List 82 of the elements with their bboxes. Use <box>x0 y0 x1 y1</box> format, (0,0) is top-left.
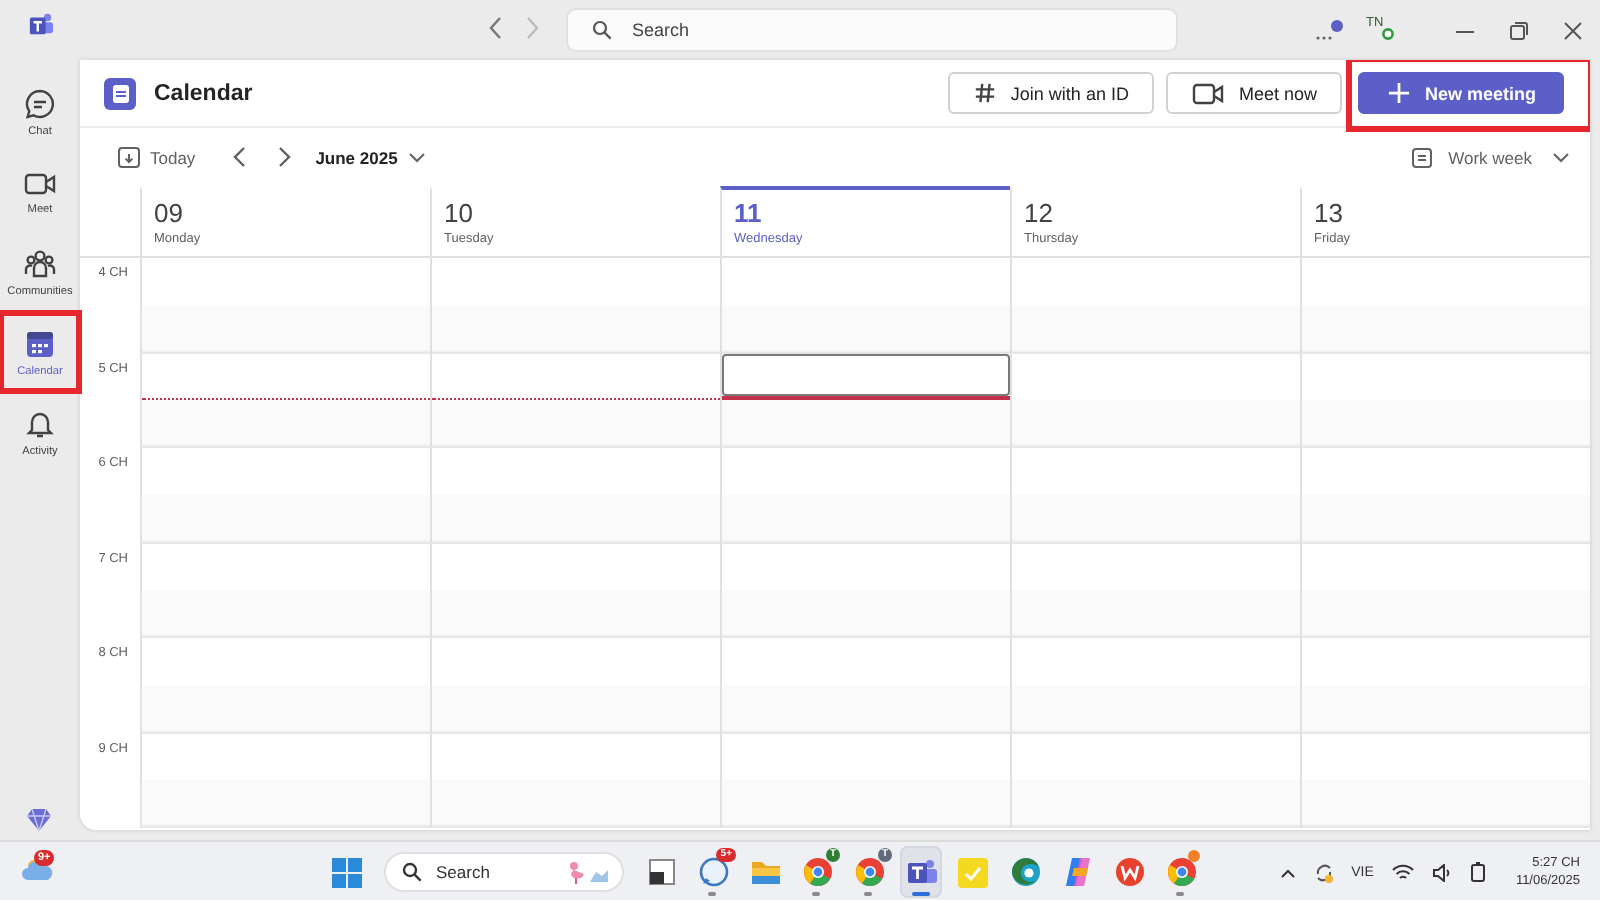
calendar-app-icon <box>104 77 136 109</box>
windows-start-icon[interactable] <box>332 857 362 887</box>
time-slot-cell[interactable] <box>140 353 430 448</box>
time-slot-cell[interactable] <box>430 258 720 353</box>
diamond-icon[interactable] <box>26 808 52 832</box>
time-slot-cell[interactable] <box>140 733 430 828</box>
time-slot-cell[interactable] <box>430 353 720 448</box>
browser-icon[interactable] <box>1165 856 1197 888</box>
restore-icon[interactable] <box>1510 21 1528 39</box>
time-slot-cell[interactable] <box>140 258 430 353</box>
bell-icon <box>24 407 56 439</box>
time-slot-cell[interactable] <box>720 543 1010 638</box>
time-slot-cell[interactable] <box>430 448 720 543</box>
browser-icon[interactable] <box>801 856 833 888</box>
edge-browser-icon[interactable] <box>1009 856 1041 888</box>
people-icon <box>24 247 56 279</box>
time-slot-cell[interactable] <box>1010 638 1300 733</box>
page-title: Calendar <box>154 81 255 105</box>
header-button[interactable]: Meet now <box>1166 72 1343 114</box>
time-slot-cell[interactable] <box>140 638 430 733</box>
close-icon[interactable] <box>1564 21 1582 39</box>
more-options-icon[interactable] <box>1314 18 1346 42</box>
view-picker[interactable]: Work week <box>1412 147 1570 167</box>
time-slot-cell[interactable] <box>1300 353 1590 448</box>
running-indicator <box>864 892 872 896</box>
battery-icon[interactable] <box>1469 862 1486 882</box>
chevron-down-icon <box>407 151 426 163</box>
time-slot-cell[interactable] <box>430 733 720 828</box>
browser-icon[interactable] <box>853 856 885 888</box>
time-slot-cell[interactable] <box>1010 448 1300 543</box>
chevron-up-icon[interactable] <box>1279 867 1296 877</box>
calendar-icon <box>24 327 56 359</box>
time-slot-cell[interactable] <box>430 543 720 638</box>
task-view-icon[interactable] <box>647 858 675 886</box>
running-indicator <box>912 892 930 896</box>
hash-icon <box>974 82 997 104</box>
time-slot-cell[interactable] <box>1300 543 1590 638</box>
calendar-view-icon <box>1412 147 1433 167</box>
teams-app-icon[interactable] <box>905 858 937 886</box>
taskbar-search-field[interactable]: Search <box>384 852 624 892</box>
folder-icon[interactable] <box>749 858 781 886</box>
running-indicator <box>812 892 820 896</box>
teams-logo-icon <box>28 12 54 38</box>
chat-icon <box>24 87 56 119</box>
selected-time-slot[interactable] <box>722 353 1010 396</box>
office-app-icon[interactable] <box>1113 856 1145 888</box>
sync-icon[interactable] <box>1313 861 1334 883</box>
time-slot-cell[interactable] <box>1300 733 1590 828</box>
today-button[interactable]: Today <box>118 146 196 168</box>
taskbar-button[interactable] <box>900 846 942 898</box>
time-slot-cell[interactable] <box>720 733 1010 828</box>
running-indicator <box>1176 892 1184 896</box>
chevron-down-icon <box>1552 151 1570 163</box>
time-slot-cell[interactable] <box>430 638 720 733</box>
speaker-icon[interactable] <box>1431 863 1452 881</box>
time-slot-cell[interactable] <box>720 258 1010 353</box>
chat-app-icon[interactable] <box>697 856 729 888</box>
video-camera-icon <box>24 169 56 197</box>
time-slot-cell[interactable] <box>720 448 1010 543</box>
time-slot-cell[interactable] <box>140 448 430 543</box>
wifi-icon[interactable] <box>1391 863 1414 881</box>
copilot-icon[interactable] <box>1061 856 1093 888</box>
running-indicator <box>708 892 716 896</box>
time-slot-cell[interactable] <box>720 353 1010 448</box>
header-button[interactable]: New meeting <box>1358 72 1564 114</box>
video-camera-icon <box>1192 79 1225 107</box>
header-button[interactable]: Join with an ID <box>948 72 1155 114</box>
search-icon <box>402 862 422 882</box>
time-slot-cell[interactable] <box>1010 353 1300 448</box>
time-slot-cell[interactable] <box>1300 258 1590 353</box>
time-slot-cell[interactable] <box>1300 448 1590 543</box>
search-field[interactable]: Search <box>566 8 1178 52</box>
time-slot-cell[interactable] <box>1010 543 1300 638</box>
month-picker[interactable]: June 2025 <box>315 147 426 167</box>
time-slot-cell[interactable] <box>1300 638 1590 733</box>
time-slot-cell[interactable] <box>1010 733 1300 828</box>
time-slot-cell[interactable] <box>1010 258 1300 353</box>
time-slot-cell[interactable] <box>140 543 430 638</box>
plus-icon <box>1388 82 1411 104</box>
search-icon <box>592 20 612 40</box>
time-slot-cell[interactable] <box>720 638 1010 733</box>
calendar-today-icon <box>118 146 140 168</box>
